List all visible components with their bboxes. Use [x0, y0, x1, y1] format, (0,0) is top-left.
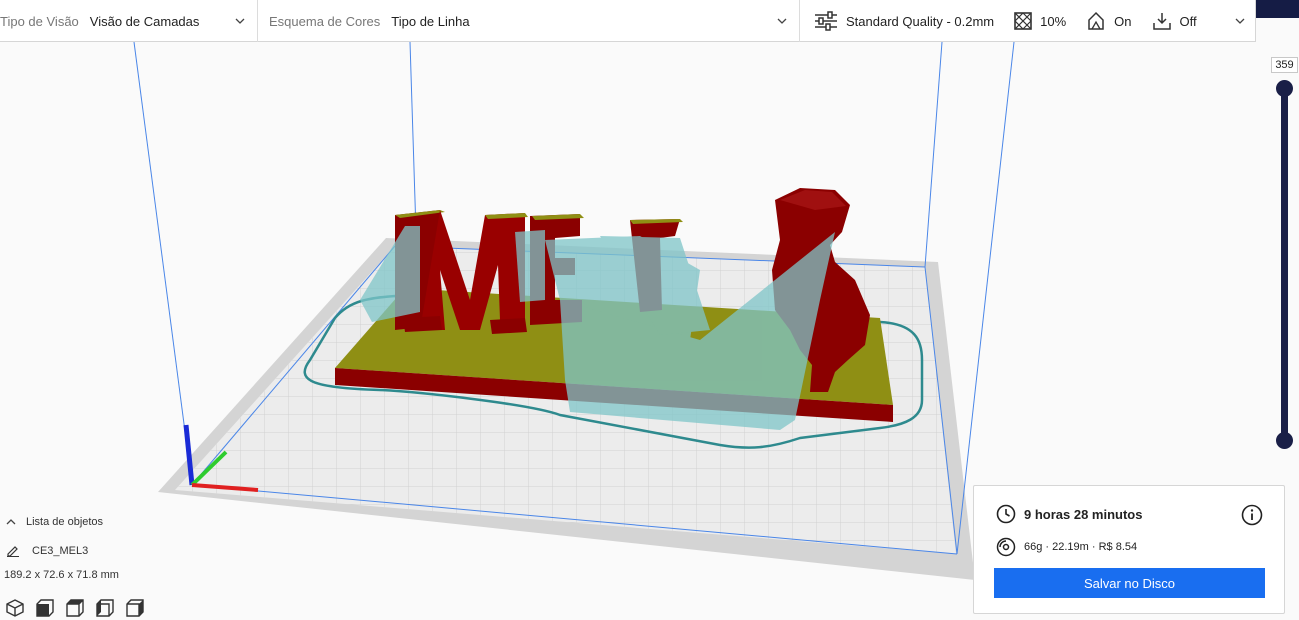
- object-list-header: Lista de objetos: [26, 516, 104, 528]
- save-to-disk-button[interactable]: Salvar no Disco: [994, 568, 1265, 598]
- support-value: On: [1114, 13, 1132, 29]
- color-scheme-dropdown[interactable]: Esquema de Cores Tipo de Linha: [258, 0, 800, 42]
- top-toolbar: Tipo de Visão Visão de Camadas Esquema d…: [0, 0, 1256, 42]
- quality-profile-label: Standard Quality - 0.2mm: [846, 13, 995, 29]
- material-summary: 66g · 22.19m · R$ 8.54: [1024, 541, 1138, 553]
- chevron-down-icon: [1235, 18, 1245, 24]
- quality-profile: Standard Quality - 0.2mm: [814, 11, 994, 31]
- sliders-icon: [815, 11, 837, 31]
- object-dimensions: 189.2 x 72.6 x 71.8 mm: [4, 569, 119, 581]
- object-list-toggle[interactable]: Lista de objetos: [6, 516, 103, 528]
- view-type-value: Visão de Camadas: [89, 13, 200, 29]
- window-corner: [1256, 0, 1299, 18]
- print-info-panel: 9 horas 28 minutos 66g · 22.19m · R$ 8.5…: [973, 485, 1285, 614]
- spool-icon: [996, 537, 1016, 557]
- clock-icon: [996, 504, 1016, 524]
- color-scheme-label: Esquema de Cores: [269, 13, 381, 29]
- adhesion-setting: Off: [1152, 11, 1197, 31]
- front-view-icon[interactable]: [35, 598, 65, 618]
- support-icon: [1088, 11, 1104, 30]
- info-icon[interactable]: [1241, 504, 1263, 531]
- current-layer-number[interactable]: 359: [1271, 57, 1298, 73]
- print-settings-button[interactable]: Standard Quality - 0.2mm 10% On Off: [800, 0, 1255, 42]
- view-type-dropdown[interactable]: Tipo de Visão Visão de Camadas: [0, 0, 258, 42]
- layer-slider-track[interactable]: [1281, 89, 1288, 441]
- left-view-icon[interactable]: [95, 598, 125, 618]
- support-setting: On: [1086, 11, 1132, 31]
- adhesion-value: Off: [1179, 13, 1197, 29]
- print-time: 9 horas 28 minutos: [1024, 506, 1143, 522]
- chevron-down-icon: [777, 18, 787, 24]
- layer-slider-bottom-handle[interactable]: [1276, 432, 1293, 449]
- material-row: 66g · 22.19m · R$ 8.54: [996, 537, 1137, 557]
- layer-slider-top-handle[interactable]: [1276, 80, 1293, 97]
- 3d-view-icon[interactable]: [5, 598, 35, 618]
- object-name-row[interactable]: CE3_MEL3: [6, 545, 88, 557]
- pencil-icon: [7, 546, 19, 557]
- infill-pattern-icon: [1014, 12, 1032, 30]
- chevron-down-icon: [235, 18, 245, 24]
- top-view-icon[interactable]: [65, 598, 95, 618]
- infill-setting: 10%: [1014, 12, 1066, 30]
- adhesion-icon: [1152, 13, 1171, 30]
- view-type-label: Tipo de Visão: [0, 13, 79, 29]
- object-name: CE3_MEL3: [32, 545, 89, 557]
- camera-view-buttons: [5, 598, 155, 618]
- chevron-up-icon: [6, 519, 16, 525]
- right-view-icon[interactable]: [125, 598, 155, 618]
- infill-value: 10%: [1040, 13, 1067, 29]
- color-scheme-value: Tipo de Linha: [391, 13, 470, 29]
- print-time-row: 9 horas 28 minutos: [996, 504, 1142, 524]
